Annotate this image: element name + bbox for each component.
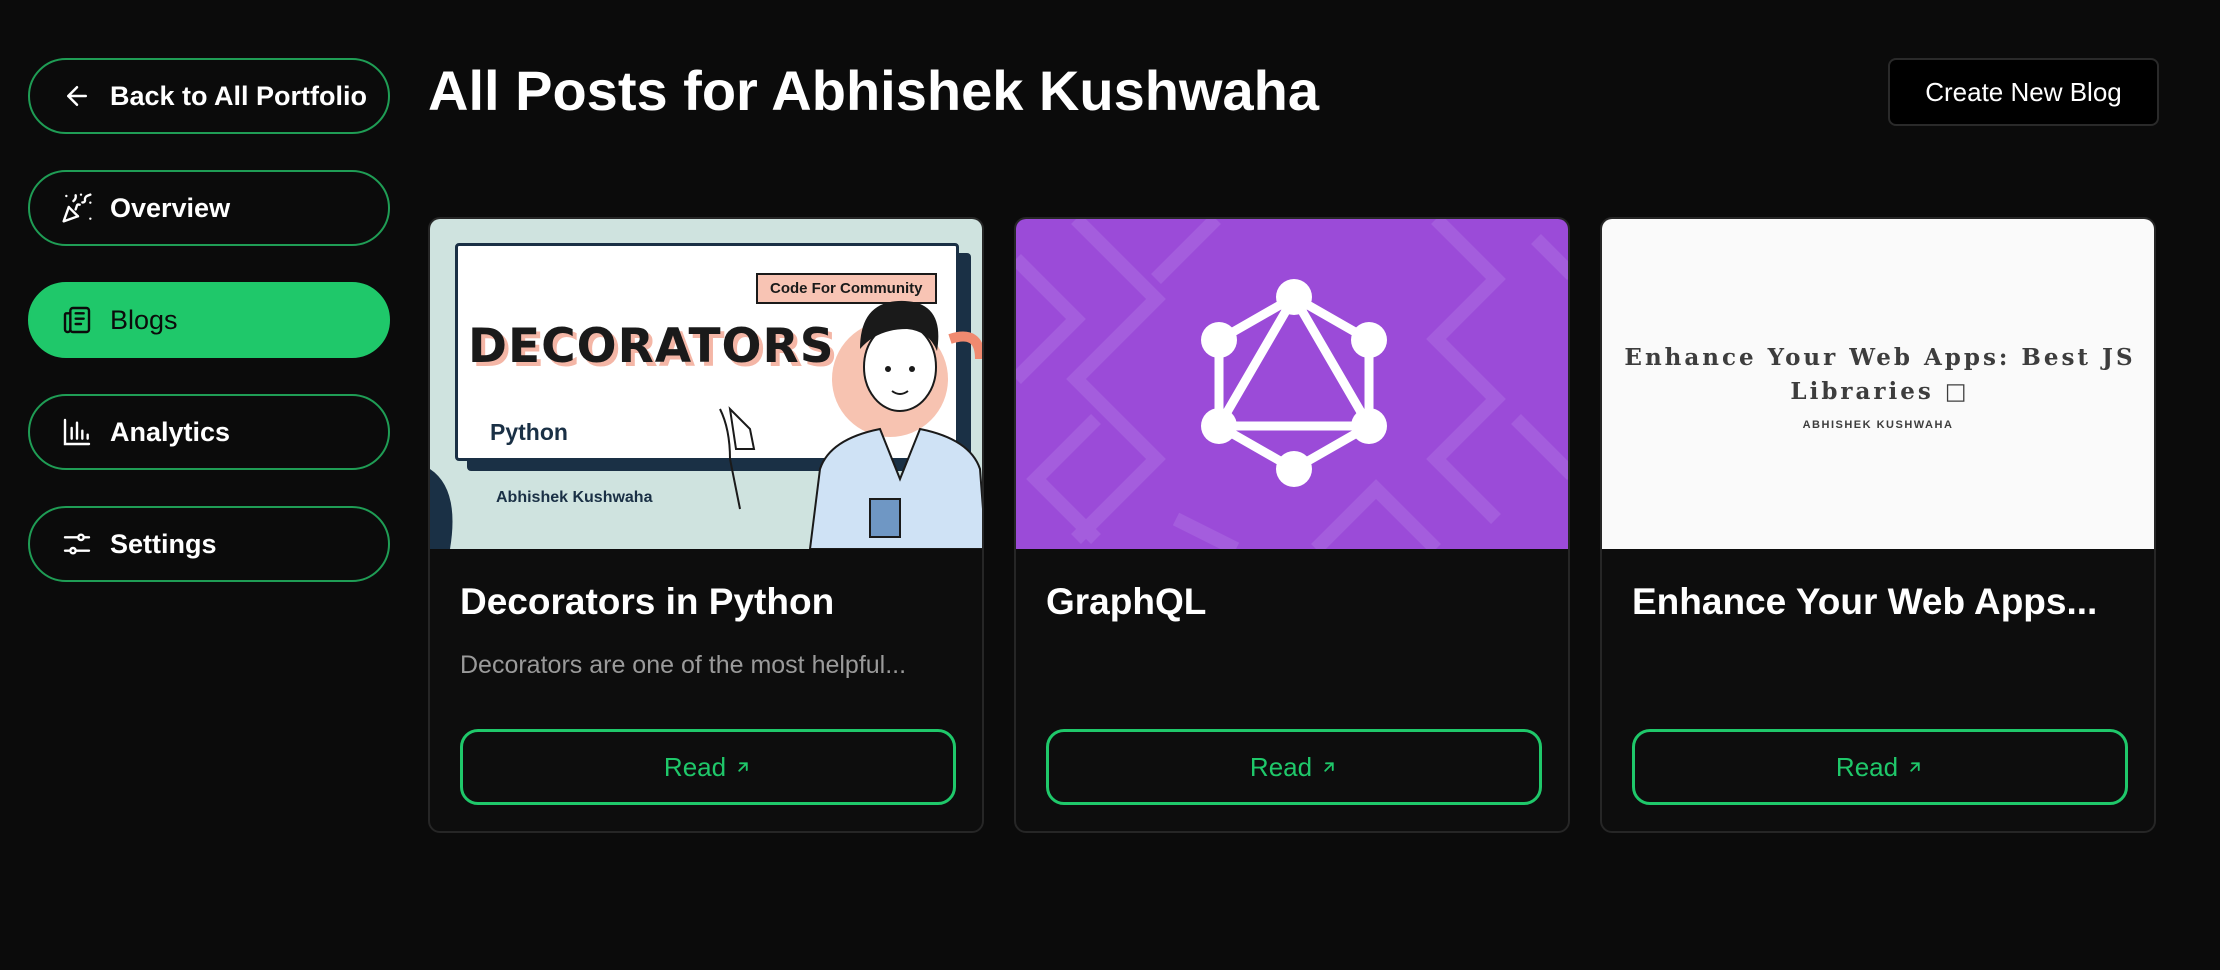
post-thumbnail[interactable]	[1016, 219, 1568, 549]
nav-label: Blogs	[110, 304, 178, 335]
nav-label: Back to All Portfolio	[110, 80, 368, 111]
sidebar-item-blogs[interactable]: Blogs	[28, 282, 390, 358]
page-title: All Posts for Abhishek Kushwaha	[428, 59, 1319, 122]
post-card: Enhance Your Web Apps: Best JS Libraries…	[1600, 217, 2156, 833]
arrow-up-right-icon	[1320, 758, 1338, 776]
read-button[interactable]: Read	[1046, 729, 1542, 805]
post-title[interactable]: Enhance Your Web Apps...	[1632, 581, 2128, 623]
read-button[interactable]: Read	[1632, 729, 2128, 805]
party-popper-icon	[60, 191, 94, 225]
arrow-left-icon	[60, 79, 94, 113]
post-description: Decorators are one of the most helpful..…	[460, 651, 907, 679]
nav-label: Analytics	[110, 416, 231, 447]
developer-illustration	[430, 300, 982, 549]
sidebar: Back to All Portfolio Overview Blogs Ana…	[28, 58, 390, 618]
arrow-up-right-icon	[734, 758, 752, 776]
bar-chart-icon	[60, 415, 94, 449]
newspaper-icon	[60, 303, 94, 337]
graphql-logo-icon	[1016, 219, 1568, 549]
post-title[interactable]: Decorators in Python	[460, 581, 956, 623]
back-to-portfolio-button[interactable]: Back to All Portfolio	[28, 58, 390, 134]
post-card: GraphQL Read	[1014, 217, 1570, 833]
post-thumbnail[interactable]: Enhance Your Web Apps: Best JS Libraries…	[1602, 219, 2154, 549]
sidebar-item-analytics[interactable]: Analytics	[28, 394, 390, 470]
sliders-icon	[60, 527, 94, 561]
nav-label: Overview	[110, 192, 231, 223]
post-thumbnail[interactable]: DECORATORS Code For Community Python Abh…	[430, 219, 982, 549]
post-title[interactable]: GraphQL	[1046, 581, 1542, 623]
read-label: Read	[1249, 751, 1313, 782]
create-new-blog-button[interactable]: Create New Blog	[1888, 58, 2159, 126]
read-label: Read	[663, 751, 727, 782]
thumbnail-author: ABHISHEK KUSHWAHA	[1802, 419, 1954, 431]
arrow-up-right-icon	[1906, 758, 1924, 776]
thumbnail-headline: Enhance Your Web Apps: Best JS Libraries…	[1624, 344, 2136, 405]
nav-label: Settings	[110, 528, 217, 559]
read-label: Read	[1835, 751, 1899, 782]
read-button[interactable]: Read	[460, 729, 956, 805]
sidebar-item-settings[interactable]: Settings	[28, 506, 390, 582]
post-card: DECORATORS Code For Community Python Abh…	[428, 217, 984, 833]
sidebar-item-overview[interactable]: Overview	[28, 170, 390, 246]
